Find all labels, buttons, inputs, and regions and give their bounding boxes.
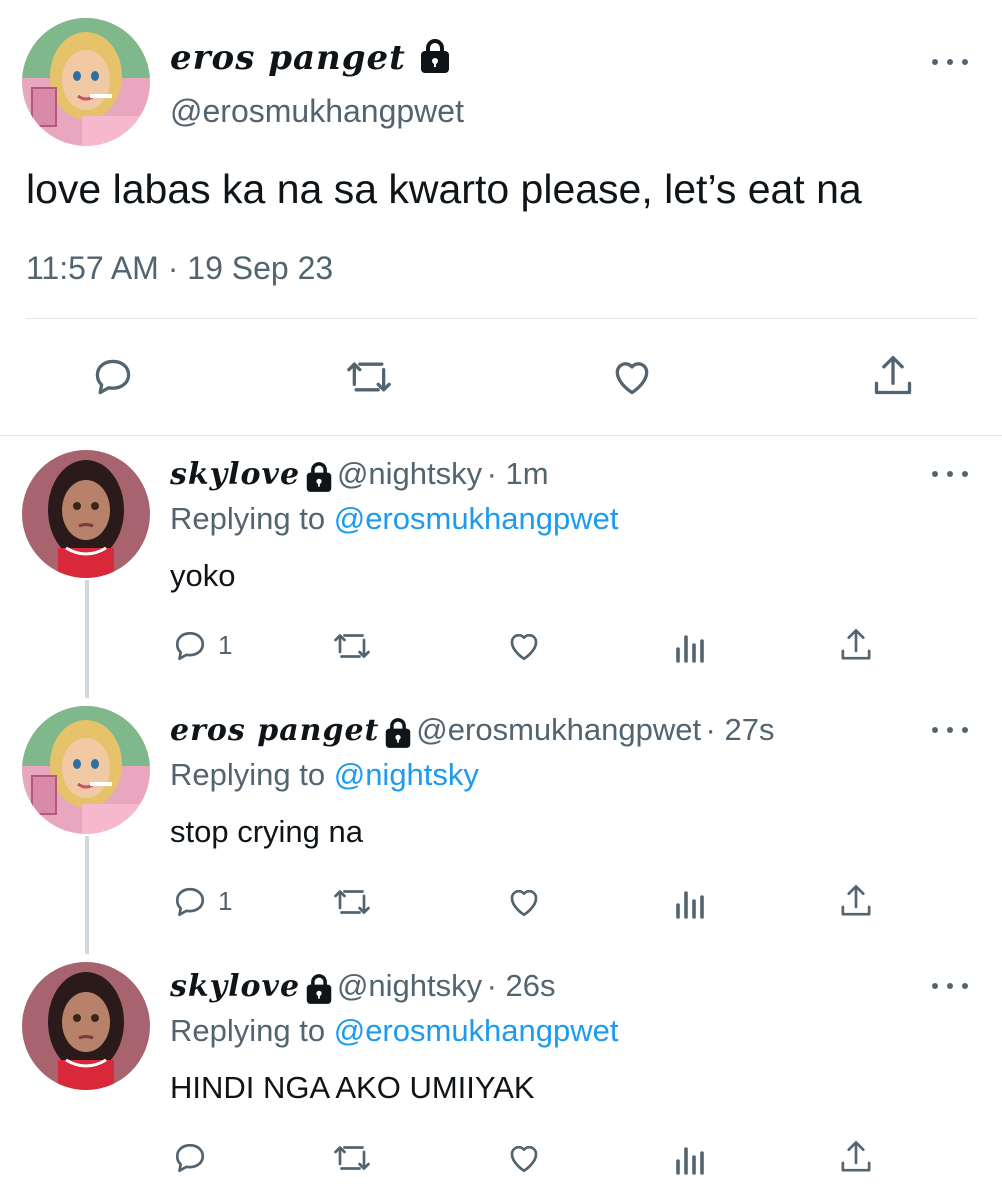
more-options-icon[interactable]	[932, 720, 968, 740]
replying-to: Replying to @erosmukhangpwet	[170, 1013, 619, 1048]
avatar-skylove[interactable]	[22, 962, 150, 1090]
share-icon[interactable]	[836, 880, 876, 922]
like-icon[interactable]	[502, 626, 546, 666]
divider	[26, 318, 978, 319]
reply-text: yoko	[170, 558, 236, 593]
time-ago[interactable]: · 27s	[706, 712, 775, 747]
handle[interactable]: @erosmukhangpwet	[170, 93, 464, 130]
divider	[0, 435, 1002, 436]
lock-icon	[419, 38, 451, 82]
handle[interactable]: @nightsky	[337, 968, 482, 1003]
retweet-icon[interactable]	[330, 626, 374, 666]
thread-line	[85, 580, 89, 698]
retweet-icon[interactable]	[330, 882, 374, 922]
avatar-eros[interactable]	[22, 706, 150, 834]
reply-count: 1	[218, 630, 233, 660]
share-icon[interactable]	[868, 350, 918, 402]
mention-link[interactable]: @erosmukhangpwet	[334, 1013, 619, 1048]
views-icon[interactable]	[672, 628, 708, 664]
retweet-icon[interactable]	[330, 1138, 374, 1178]
reply-icon[interactable]	[170, 626, 210, 666]
views-icon[interactable]	[672, 1140, 708, 1176]
reply-icon[interactable]	[170, 882, 210, 922]
replying-to: Replying to @erosmukhangpwet	[170, 501, 619, 536]
lock-icon	[305, 462, 333, 497]
like-icon[interactable]	[606, 352, 658, 402]
reply-icon[interactable]	[170, 1138, 210, 1178]
avatar-skylove[interactable]	[22, 450, 150, 578]
thread-line	[85, 836, 89, 954]
more-options-icon[interactable]	[932, 976, 968, 996]
lock-icon	[305, 974, 333, 1009]
time-ago[interactable]: · 1m	[487, 456, 549, 491]
time-ago[interactable]: · 26s	[487, 968, 556, 1003]
tweet-timestamp[interactable]: 11:57 AM · 19 Sep 23	[26, 250, 333, 287]
avatar-eros[interactable]	[22, 18, 150, 146]
tweet-text: love labas ka na sa kwarto please, let’s…	[26, 166, 862, 212]
share-icon[interactable]	[836, 1136, 876, 1178]
views-icon[interactable]	[672, 884, 708, 920]
like-icon[interactable]	[502, 1138, 546, 1178]
display-name[interactable]: eros panget	[170, 38, 451, 82]
mention-link[interactable]: @nightsky	[334, 757, 479, 792]
reply-icon[interactable]	[88, 352, 138, 402]
display-name[interactable]: eros panget	[170, 713, 379, 748]
reply-text: stop crying na	[170, 814, 363, 849]
reply-count: 1	[218, 886, 233, 916]
more-options-icon[interactable]	[932, 464, 968, 484]
display-name[interactable]: skylove	[170, 457, 300, 492]
display-name[interactable]: skylove	[170, 969, 300, 1004]
handle[interactable]: @erosmukhangpwet	[416, 712, 701, 747]
share-icon[interactable]	[836, 624, 876, 666]
lock-icon	[384, 718, 412, 753]
like-icon[interactable]	[502, 882, 546, 922]
reply-header: eros panget @erosmukhangpwet · 27s	[170, 712, 774, 753]
handle[interactable]: @nightsky	[337, 456, 482, 491]
reply-text: HINDI NGA AKO UMIIYAK	[170, 1070, 535, 1105]
replying-to: Replying to @nightsky	[170, 757, 479, 792]
more-options-icon[interactable]	[932, 52, 968, 72]
reply-header: skylove @nightsky · 26s	[170, 968, 556, 1009]
retweet-icon[interactable]	[342, 352, 396, 402]
reply-header: skylove @nightsky · 1m	[170, 456, 549, 497]
mention-link[interactable]: @erosmukhangpwet	[334, 501, 619, 536]
